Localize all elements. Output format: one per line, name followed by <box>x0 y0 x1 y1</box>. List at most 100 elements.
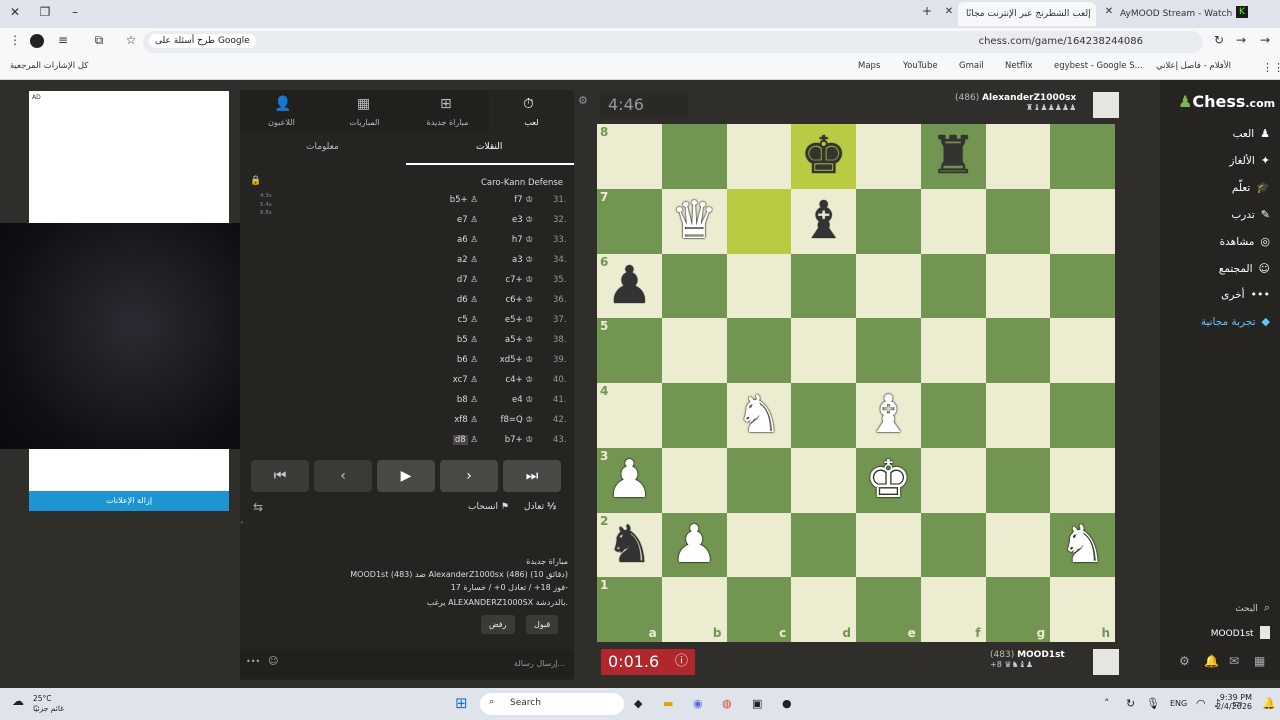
message-input[interactable]: ••• ☺ إرسال رسالة... <box>240 650 574 678</box>
black-move[interactable]: c5 ♙ <box>423 310 478 330</box>
discord-icon[interactable]: ◉ <box>693 697 703 710</box>
tab-games[interactable]: ▦ المباريات <box>323 90 406 130</box>
black-knight-icon[interactable]: ♞ <box>606 519 653 571</box>
white-move[interactable]: e3 ♔ <box>493 210 533 230</box>
board-square[interactable]: g <box>985 577 1051 642</box>
board-square[interactable] <box>726 124 792 189</box>
board-square[interactable] <box>661 253 727 319</box>
white-knight-icon[interactable]: ♞ <box>736 389 783 441</box>
omnibox[interactable]: طرح أسئلة على Google chess.com/game/1642… <box>143 31 1203 53</box>
board-square[interactable]: ♟ <box>661 512 727 578</box>
board-square[interactable]: c <box>726 577 792 642</box>
white-move[interactable]: e4 ♔ <box>493 390 533 410</box>
nav-search[interactable]: البحث ⌕ <box>1235 601 1270 615</box>
board-square[interactable]: ♞ <box>726 383 792 448</box>
black-move[interactable]: a6 ♙ <box>423 230 478 250</box>
board-square[interactable]: ♝ <box>791 188 856 254</box>
black-move[interactable]: b5+ ♙ <box>423 190 478 210</box>
mail-icon[interactable]: ✉ <box>1229 654 1239 668</box>
black-move[interactable]: d6 ♙ <box>423 290 478 310</box>
board-square[interactable] <box>791 318 856 383</box>
first-move-button[interactable]: ⏮ <box>251 460 309 492</box>
bell-icon[interactable]: 🔔 <box>1204 654 1219 668</box>
menu-icon[interactable]: ⋮ <box>6 33 24 47</box>
chess-board[interactable]: 8 ♚ ♜ 7 ♛ ♝ 6 ♟ 5 4 ♞ ♝ 3 ♟ ♚ 2 ♞ ♟ ♞ 1 a b c d e f g h <box>597 124 1115 642</box>
board-square[interactable] <box>1050 188 1115 254</box>
board-square[interactable] <box>856 188 921 254</box>
black-move[interactable]: e7 ♙ <box>423 210 478 230</box>
start-icon[interactable]: ⊞ <box>455 694 468 712</box>
nav-learn[interactable]: تعلّم 🎓 <box>1232 181 1270 194</box>
nav-puzzles[interactable]: الألغاز ✦ <box>1229 154 1270 167</box>
language-indicator[interactable]: ENG <box>1170 699 1187 708</box>
black-king-icon[interactable]: ♚ <box>800 130 847 182</box>
white-pawn-icon[interactable]: ♟ <box>606 454 653 506</box>
tab-play[interactable]: ⏱ لعب <box>489 90 574 130</box>
wifi-icon[interactable]: ◠ <box>1196 697 1206 710</box>
board-square[interactable] <box>791 447 856 513</box>
top-player[interactable]: (486) AlexanderZ1000sx ♜♝♟♟♟♟♟ <box>955 93 1076 112</box>
board-square[interactable]: ♝ <box>856 383 921 448</box>
black-bishop-icon[interactable]: ♝ <box>800 195 847 247</box>
bookmark-egybest[interactable]: egybest - Google S... <box>1054 61 1143 71</box>
emoji-icon[interactable]: ☺ <box>268 656 278 667</box>
board-square[interactable]: e <box>856 577 921 642</box>
board-square[interactable] <box>920 383 986 448</box>
bookmark-maps[interactable]: Maps <box>858 61 880 71</box>
prev-move-button[interactable]: ‹ <box>314 460 372 492</box>
board-square[interactable] <box>726 253 792 319</box>
board-square[interactable]: ♜ <box>920 124 986 189</box>
last-move-button[interactable]: ⏭ <box>503 460 561 492</box>
black-move[interactable]: d8 ♙ <box>423 430 478 450</box>
white-move[interactable]: b7+ ♔ <box>493 430 533 450</box>
bottom-player-avatar[interactable] <box>1093 649 1119 675</box>
board-square[interactable]: 2 ♞ <box>597 512 662 578</box>
close-tab-icon[interactable]: ✕ <box>1100 6 1118 17</box>
tab-chess[interactable]: إلعب الشطرنج عبر الإنترنت مجانًا <box>958 2 1096 26</box>
board-square[interactable] <box>985 253 1051 319</box>
black-move[interactable]: d7 ♙ <box>423 270 478 290</box>
white-move[interactable]: c6+ ♔ <box>493 290 533 310</box>
black-move[interactable]: b6 ♙ <box>423 350 478 370</box>
subtab-moves[interactable]: النقلات <box>476 142 502 152</box>
chesscom-logo[interactable]: ♟Chess.com <box>1178 92 1275 111</box>
board-square[interactable] <box>1050 124 1115 189</box>
chrome-icon[interactable]: ◍ <box>722 697 732 710</box>
downloads-icon[interactable]: ≡ <box>54 33 72 47</box>
file-explorer-icon[interactable]: ▬ <box>663 697 673 710</box>
bookmark-star-icon[interactable]: ☆ <box>122 33 140 47</box>
board-square[interactable] <box>856 124 921 189</box>
board-square[interactable]: f <box>920 577 986 642</box>
board-square[interactable] <box>920 447 986 513</box>
board-square[interactable] <box>1050 253 1115 319</box>
black-move[interactable]: a2 ♙ <box>423 250 478 270</box>
board-square[interactable]: ♞ <box>1050 512 1115 578</box>
nav-user[interactable]: MOOD1st ■ <box>1211 626 1270 639</box>
tab-aymood[interactable]: AyMOOD Stream - Watch Live <box>1112 2 1232 26</box>
board-square[interactable]: ♛ <box>661 188 727 254</box>
board-square[interactable] <box>661 318 727 383</box>
white-pawn-icon[interactable]: ♟ <box>671 519 718 571</box>
board-square[interactable] <box>920 318 986 383</box>
board-square[interactable] <box>661 447 727 513</box>
black-move[interactable]: xc7 ♙ <box>423 370 478 390</box>
copilot-icon[interactable]: ◆ <box>634 697 642 710</box>
more-icon[interactable]: ••• <box>246 657 260 666</box>
system-clock[interactable]: 9:39 PM 2/4/2026 <box>1216 693 1252 711</box>
extensions-icon[interactable]: ⧉ <box>90 33 108 48</box>
google-lens-chip[interactable]: طرح أسئلة على Google <box>149 34 256 48</box>
weather-widget[interactable]: 25°C غائم جزئيًا <box>33 694 64 714</box>
apps-icon[interactable]: ▦ <box>1254 654 1265 668</box>
back-icon[interactable]: → <box>1256 33 1274 47</box>
board-square[interactable]: d <box>791 577 856 642</box>
draw-button[interactable]: تعادل ½ <box>524 502 556 512</box>
board-square[interactable]: 7 <box>597 188 662 254</box>
board-square[interactable] <box>661 383 727 448</box>
accept-chat-button[interactable]: قبول <box>526 615 559 634</box>
board-square[interactable] <box>726 447 792 513</box>
white-move[interactable]: a5+ ♔ <box>493 330 533 350</box>
board-square[interactable] <box>1050 383 1115 448</box>
white-move[interactable]: a3 ♔ <box>493 250 533 270</box>
url-text[interactable]: chess.com/game/164238244086 <box>979 36 1143 47</box>
board-square[interactable] <box>1050 447 1115 513</box>
